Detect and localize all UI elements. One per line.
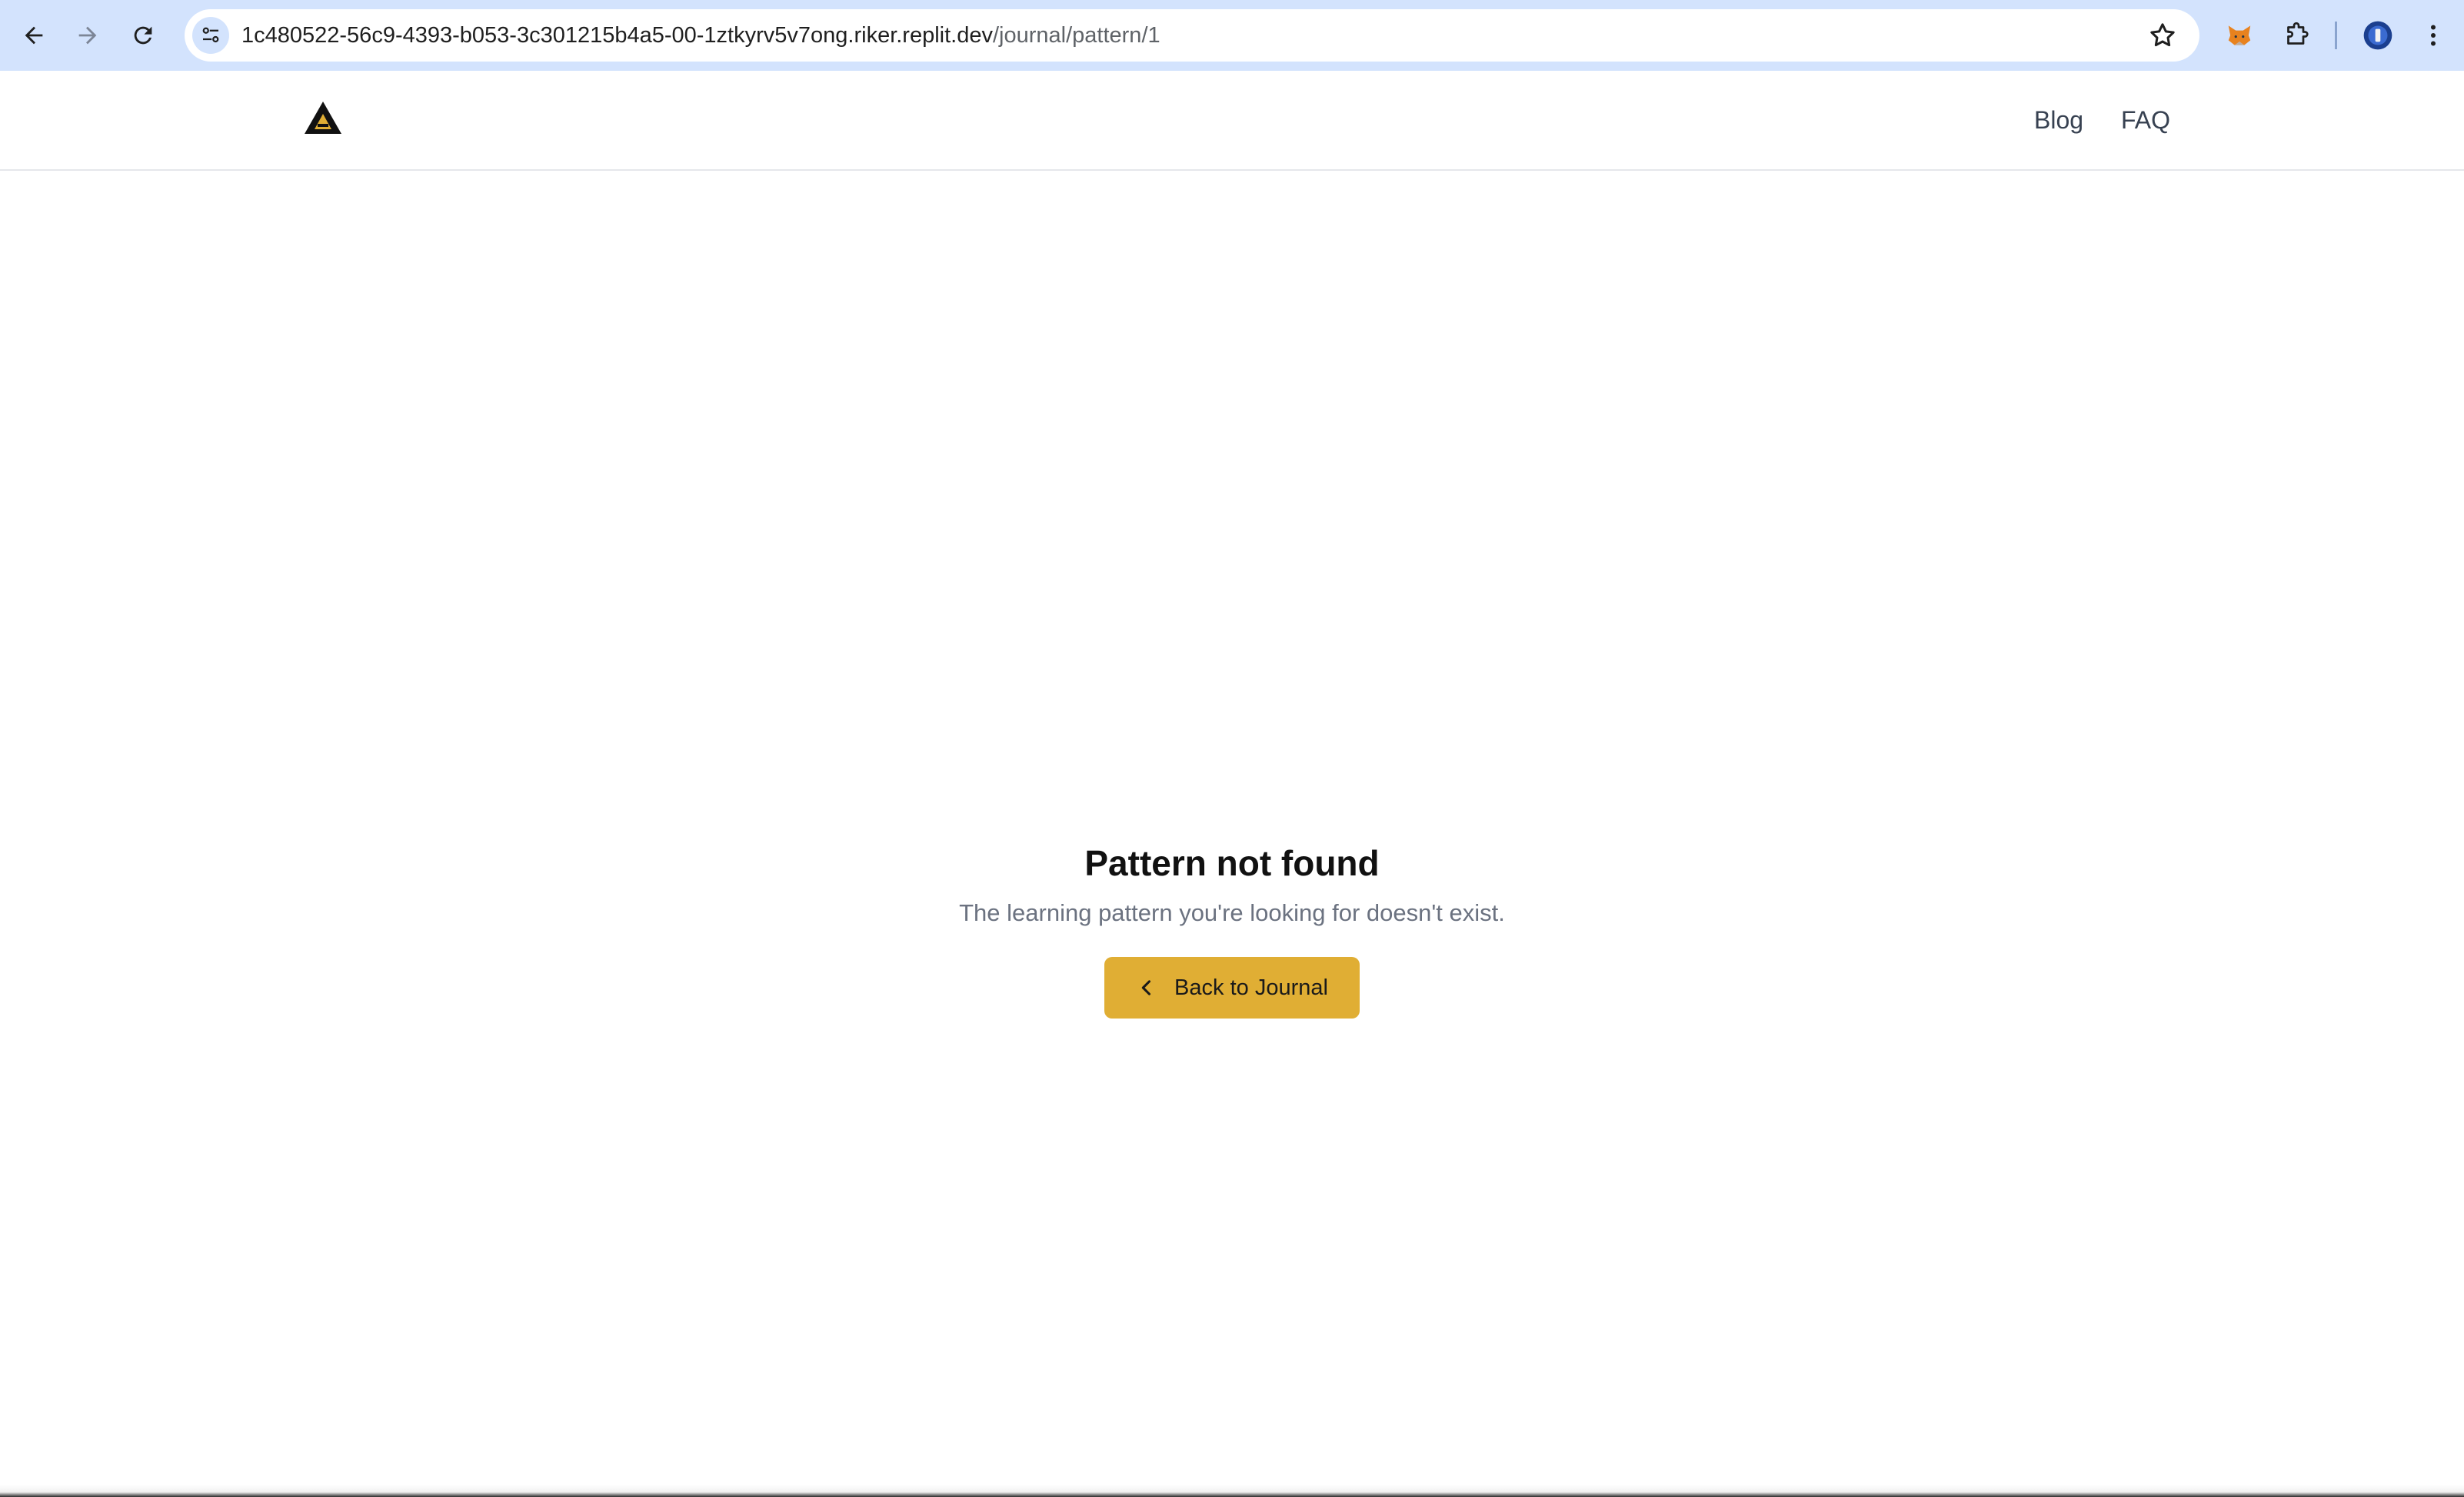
page-title: Pattern not found <box>1084 843 1380 883</box>
site-header: Blog FAQ <box>0 71 2464 171</box>
kebab-menu-icon[interactable] <box>2413 15 2453 55</box>
nav-link-blog[interactable]: Blog <box>2034 105 2083 135</box>
site-info-icon[interactable] <box>192 17 229 54</box>
browser-toolbar: 1c480522-56c9-4393-b053-3c301215b4a5-00-… <box>0 0 2464 71</box>
back-to-journal-button[interactable]: Back to Journal <box>1104 957 1360 1019</box>
window-bottom-edge <box>0 1485 2464 1497</box>
not-found-panel: Pattern not found The learning pattern y… <box>0 840 2464 1019</box>
url-text[interactable]: 1c480522-56c9-4393-b053-3c301215b4a5-00-… <box>241 9 1160 62</box>
fox-extension-icon[interactable] <box>2219 15 2259 55</box>
triangle-logo-icon[interactable] <box>303 100 343 135</box>
chevron-left-icon <box>1141 980 1151 995</box>
url-path: /journal/pattern/1 <box>992 23 1160 48</box>
forward-arrow-icon[interactable] <box>66 14 109 57</box>
puzzle-extension-icon[interactable] <box>2276 15 2316 55</box>
nav-link-faq[interactable]: FAQ <box>2121 105 2170 135</box>
profile-avatar-icon[interactable] <box>2358 15 2398 55</box>
back-arrow-icon[interactable] <box>12 14 55 57</box>
address-bar[interactable]: 1c480522-56c9-4393-b053-3c301215b4a5-00-… <box>185 9 2199 62</box>
not-found-message: The learning pattern you're looking for … <box>959 899 1505 926</box>
back-button-label: Back to Journal <box>1174 975 1328 1000</box>
toolbar-divider <box>2335 22 2337 49</box>
reload-icon[interactable] <box>122 14 165 57</box>
bookmark-star-icon[interactable] <box>2147 20 2178 51</box>
url-host: 1c480522-56c9-4393-b053-3c301215b4a5-00-… <box>241 23 993 48</box>
main-content: Pattern not found The learning pattern y… <box>0 171 2464 1497</box>
